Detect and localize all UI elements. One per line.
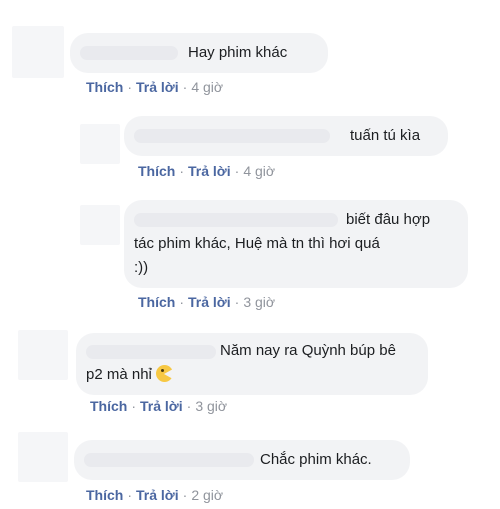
comment-actions: Thích · Trả lời · 4 giờ <box>138 163 275 179</box>
comment-text-line-2: p2 mà nhỉ <box>86 364 173 386</box>
comment-actions: Thích · Trả lời · 3 giờ <box>138 294 275 310</box>
timestamp[interactable]: 4 giờ <box>191 79 223 95</box>
timestamp[interactable]: 3 giờ <box>243 294 275 310</box>
like-button[interactable]: Thích <box>86 79 123 95</box>
separator: · <box>127 79 133 95</box>
comment-text-line-2: tác phim khác, Huệ mà tn thì hơi quá <box>134 235 380 252</box>
comment-bubble: Năm nay ra Quỳnh búp bê p2 mà nhỉ <box>76 333 428 395</box>
separator: · <box>182 79 188 95</box>
like-button[interactable]: Thích <box>86 487 123 503</box>
reply-button[interactable]: Trả lời <box>188 163 231 179</box>
reply-button[interactable]: Trả lời <box>188 294 231 310</box>
timestamp[interactable]: 2 giờ <box>191 487 223 503</box>
separator: · <box>182 487 188 503</box>
comment-text-line-3: :)) <box>134 259 149 276</box>
comment-bubble: Chắc phim khác. <box>74 440 410 480</box>
separator: · <box>127 487 133 503</box>
timestamp[interactable]: 4 giờ <box>243 163 275 179</box>
author-name-redacted[interactable] <box>84 453 254 467</box>
comment-bubble: Hay phim khác <box>70 33 328 73</box>
avatar[interactable] <box>18 330 68 380</box>
comment-actions: Thích · Trả lời · 4 giờ <box>86 79 223 95</box>
like-button[interactable]: Thích <box>138 163 175 179</box>
avatar[interactable] <box>18 432 68 482</box>
comment-text-line-1: Năm nay ra Quỳnh búp bê <box>220 342 396 359</box>
comment-text: Hay phim khác <box>188 44 288 61</box>
reply-button[interactable]: Trả lời <box>140 398 183 414</box>
separator: · <box>234 294 240 310</box>
comment-text-line-1: biết đâu hợp <box>346 211 431 228</box>
timestamp[interactable]: 3 giờ <box>195 398 227 414</box>
avatar[interactable] <box>12 26 64 78</box>
separator: · <box>234 163 240 179</box>
separator: · <box>179 294 185 310</box>
comment-bubble: tuấn tú kìa <box>124 116 448 156</box>
separator: · <box>186 398 192 414</box>
like-button[interactable]: Thích <box>138 294 175 310</box>
pacman-emoji-icon <box>155 365 173 382</box>
avatar[interactable] <box>80 124 120 164</box>
author-name-redacted[interactable] <box>80 46 178 60</box>
comment-actions: Thích · Trả lời · 2 giờ <box>86 487 223 503</box>
comment-text: Chắc phim khác. <box>260 451 372 468</box>
avatar[interactable] <box>80 205 120 245</box>
separator: · <box>179 163 185 179</box>
comment-actions: Thích · Trả lời · 3 giờ <box>90 398 227 414</box>
separator: · <box>131 398 137 414</box>
comment-text: tuấn tú kìa <box>350 127 421 144</box>
author-name-redacted[interactable] <box>86 345 216 359</box>
comment-bubble: biết đâu hợp tác phim khác, Huệ mà tn th… <box>124 200 468 288</box>
author-name-redacted[interactable] <box>134 129 330 143</box>
author-name-redacted[interactable] <box>134 213 338 227</box>
like-button[interactable]: Thích <box>90 398 127 414</box>
comment-text: p2 mà nhỉ <box>86 366 152 383</box>
reply-button[interactable]: Trả lời <box>136 487 179 503</box>
reply-button[interactable]: Trả lời <box>136 79 179 95</box>
